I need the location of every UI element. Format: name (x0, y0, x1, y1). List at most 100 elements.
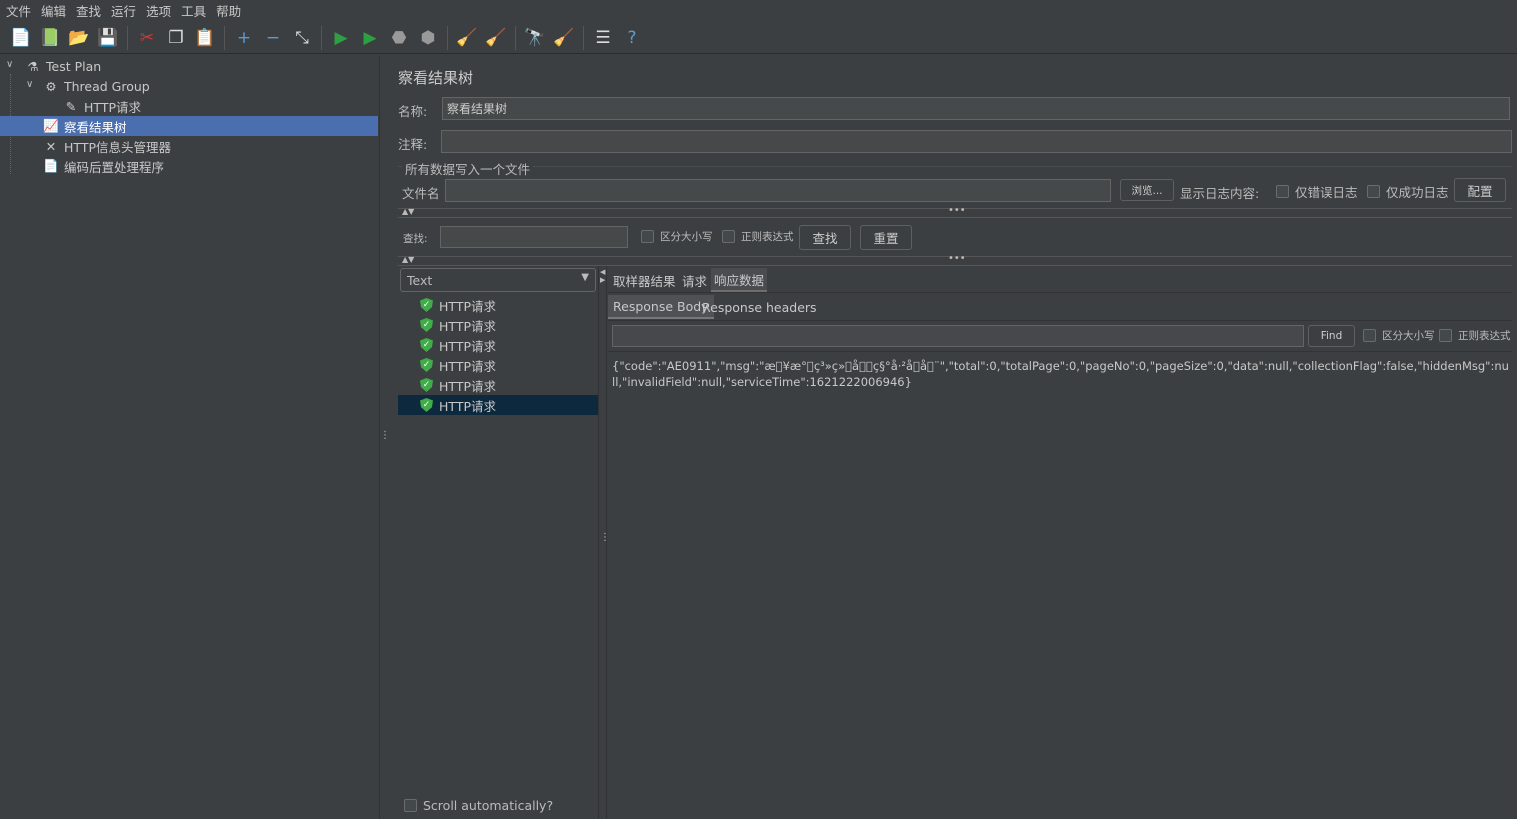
toolbar-separator (447, 25, 448, 50)
tree-node-label: Test Plan (46, 58, 102, 74)
menu-2[interactable]: 查找 (76, 1, 101, 20)
menu-3[interactable]: 运行 (111, 1, 136, 20)
result-item[interactable]: ✓ HTTP请求 (398, 375, 598, 395)
find-button[interactable]: 查找 (799, 225, 851, 250)
success-only-label: 仅成功日志 (1386, 185, 1449, 200)
toolbar-separator (127, 25, 128, 50)
collapse-arrows-icon[interactable]: ▲▼ (402, 255, 414, 264)
menu-5[interactable]: 工具 (181, 1, 206, 20)
panel-title: 察看结果树 (398, 69, 474, 87)
vertical-splitter[interactable]: ⋮ (379, 56, 390, 819)
paste-icon[interactable]: 📋 (192, 25, 218, 51)
collapse-icon[interactable]: − (260, 25, 286, 51)
stop-icon[interactable]: ⬣ (386, 25, 412, 51)
open-icon[interactable]: 📂 (66, 25, 92, 51)
test-plan-tree: ∨ ∨ ⚗ Test Plan ⚙ Thread Group ✎ HTTP请求 📈 察看结果树… (0, 56, 378, 819)
split-handle-icon[interactable]: ••• (948, 205, 966, 216)
body-search-input[interactable] (612, 325, 1304, 347)
menu-0[interactable]: 文件 (6, 1, 31, 20)
result-label: HTTP请求 (439, 298, 496, 314)
errors-only-checkbox[interactable]: 仅错误日志 (1276, 182, 1358, 201)
tree-node[interactable]: ⚙ Thread Group (42, 76, 150, 96)
templates-icon[interactable]: 📗 (37, 25, 63, 51)
regex-checkbox[interactable]: 正则表达式 (722, 229, 794, 244)
start-icon[interactable]: ▶ (328, 25, 354, 51)
collapse-arrows-icon[interactable]: ▲▼ (402, 207, 414, 216)
log-content-label: 显示日志内容: (1180, 186, 1260, 201)
result-item[interactable]: ✓ HTTP请求 (398, 315, 598, 335)
case-sensitive-label: 区分大小写 (660, 231, 713, 243)
body-case-checkbox[interactable]: 区分大小写 (1363, 328, 1435, 343)
copy-icon[interactable]: ❐ (163, 25, 189, 51)
name-field[interactable] (442, 97, 1510, 120)
success-shield-icon: ✓ (420, 318, 433, 332)
listener-icon: 📈 (43, 118, 59, 133)
comment-label: 注释: (398, 137, 428, 152)
success-shield-icon: ✓ (420, 298, 433, 312)
results-splitter[interactable]: ◀ ▶ ⋮ (598, 266, 610, 819)
expand-icon[interactable]: + (231, 25, 257, 51)
result-item[interactable]: ✓ HTTP请求 (398, 355, 598, 375)
tab-response-data[interactable]: 响应数据 (711, 268, 768, 292)
reset-search-icon[interactable]: 🧹 (551, 25, 577, 51)
tree-node-label: HTTP请求 (84, 99, 141, 115)
subtab-response-headers[interactable]: Response headers (699, 295, 820, 319)
tree-node-label: HTTP信息头管理器 (64, 139, 171, 155)
configure-button[interactable]: 配置 (1454, 178, 1506, 202)
result-item[interactable]: ✓ HTTP请求 (398, 335, 598, 355)
menu-6[interactable]: 帮助 (216, 1, 241, 20)
cut-icon[interactable]: ✂ (134, 25, 160, 51)
toolbar-separator (583, 25, 584, 50)
help-icon[interactable]: ? (619, 25, 645, 51)
toolbar-separator (321, 25, 322, 50)
clear-icon[interactable]: 🧹 (454, 25, 480, 51)
result-label: HTTP请求 (439, 358, 496, 374)
result-label: HTTP请求 (439, 398, 496, 414)
file-section-title: 所有数据写入一个文件 (402, 159, 534, 178)
toolbar-separator (224, 25, 225, 50)
menu-1[interactable]: 编辑 (41, 1, 66, 20)
renderer-select[interactable]: Text ▼ (400, 268, 596, 292)
comment-field[interactable] (441, 130, 1512, 153)
tab-sampler-result[interactable]: 取样器结果 (610, 268, 679, 292)
response-body-text[interactable]: {"code":"AE0911","msg":"æ ¥æ° ç³»ç» å  ç… (612, 358, 1510, 390)
function-helper-icon[interactable]: ☰ (590, 25, 616, 51)
toggle-icon[interactable]: ⤡ (289, 25, 315, 51)
search-input[interactable] (440, 226, 628, 248)
regex-label: 正则表达式 (741, 231, 794, 243)
success-only-checkbox[interactable]: 仅成功日志 (1367, 182, 1449, 201)
tree-node[interactable]: ⚗ Test Plan (24, 56, 101, 76)
tab-request[interactable]: 请求 (679, 268, 710, 292)
renderer-value: Text (407, 273, 433, 288)
result-item[interactable]: ✓ HTTP请求 (398, 395, 598, 415)
result-label: HTTP请求 (439, 318, 496, 334)
toolbar: 📄 📗 📂 💾 ✂ ❐ 📋 + − ⤡ ▶ ▶ ⬣ ⬢ 🧹 🧹 🔭 🧹 ☰? (0, 22, 1517, 54)
shutdown-icon[interactable]: ⬢ (415, 25, 441, 51)
new-icon[interactable]: 📄 (8, 25, 34, 51)
tree-node-label: Thread Group (64, 78, 150, 94)
case-sensitive-checkbox[interactable]: 区分大小写 (641, 229, 713, 244)
filename-field[interactable] (445, 179, 1111, 202)
body-regex-checkbox[interactable]: 正则表达式 (1439, 328, 1511, 343)
search-icon[interactable]: 🔭 (522, 25, 548, 51)
scroll-automatically-checkbox[interactable]: Scroll automatically? (404, 798, 553, 813)
split-handle-icon[interactable]: ••• (948, 253, 966, 264)
result-item[interactable]: ✓ HTTP请求 (398, 295, 598, 315)
tree-node[interactable]: ✎ HTTP请求 (62, 96, 141, 116)
expand-arrow-icon[interactable]: ∨ (26, 79, 33, 90)
reset-button[interactable]: 重置 (860, 225, 912, 250)
tree-node[interactable]: ✕ HTTP信息头管理器 (42, 136, 171, 156)
errors-only-label: 仅错误日志 (1295, 185, 1358, 200)
tree-node[interactable]: 📈 察看结果树 (0, 116, 378, 136)
success-shield-icon: ✓ (420, 378, 433, 392)
browse-button[interactable]: 浏览... (1120, 179, 1174, 201)
tree-node[interactable]: 📄 编码后置处理程序 (42, 156, 164, 176)
body-find-button[interactable]: Find (1308, 325, 1355, 347)
save-icon[interactable]: 💾 (95, 25, 121, 51)
clear-all-icon[interactable]: 🧹 (483, 25, 509, 51)
result-label: HTTP请求 (439, 378, 496, 394)
start-no-pauses-icon[interactable]: ▶ (357, 25, 383, 51)
menu-4[interactable]: 选项 (146, 1, 171, 20)
subtab-response-body[interactable]: Response Body (608, 295, 714, 319)
expand-arrow-icon[interactable]: ∨ (6, 59, 13, 70)
